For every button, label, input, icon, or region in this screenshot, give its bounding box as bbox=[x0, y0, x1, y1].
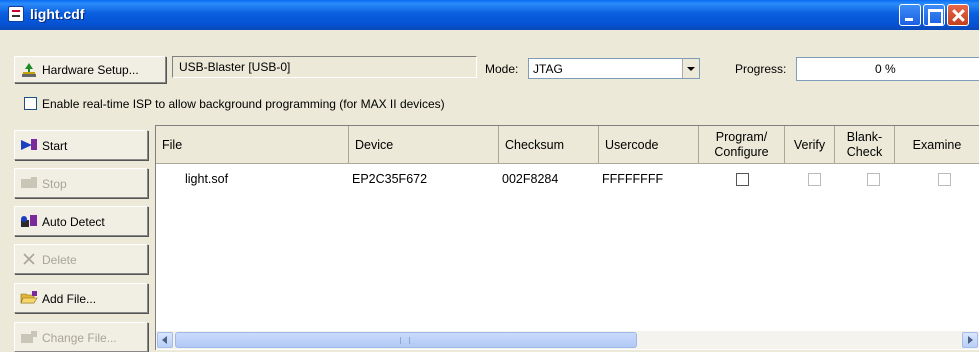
blank-check-checkbox[interactable] bbox=[867, 173, 880, 186]
minimize-button[interactable] bbox=[899, 4, 921, 26]
auto-detect-label: Auto Detect bbox=[42, 215, 105, 229]
mode-label: Mode: bbox=[485, 62, 519, 76]
column-file[interactable]: File bbox=[156, 126, 349, 164]
column-program-configure[interactable]: Program/Configure bbox=[699, 126, 785, 164]
mode-select[interactable]: JTAG bbox=[528, 58, 700, 79]
hardware-icon bbox=[22, 63, 36, 77]
change-file-icon bbox=[21, 331, 37, 343]
scroll-right-icon[interactable] bbox=[962, 332, 978, 348]
examine-checkbox[interactable] bbox=[938, 173, 951, 186]
isp-label: Enable real-time ISP to allow background… bbox=[42, 97, 445, 111]
hardware-field: USB-Blaster [USB-0] bbox=[172, 56, 477, 78]
stop-icon bbox=[21, 177, 37, 188]
cell-usercode: FFFFFFFF bbox=[602, 172, 664, 186]
start-label: Start bbox=[42, 139, 68, 153]
device-table: File Device Checksum Usercode Program/Co… bbox=[155, 125, 979, 350]
close-button[interactable] bbox=[947, 4, 969, 26]
delete-button[interactable]: Delete bbox=[14, 244, 148, 274]
column-checksum[interactable]: Checksum bbox=[499, 126, 599, 164]
hardware-setup-button[interactable]: Hardware Setup... bbox=[14, 56, 166, 83]
table-header: File Device Checksum Usercode Program/Co… bbox=[156, 126, 979, 164]
mode-value: JTAG bbox=[533, 62, 563, 76]
cell-device: EP2C35F672 bbox=[352, 172, 428, 186]
change-file-label: Change File... bbox=[42, 331, 117, 345]
auto-detect-button[interactable]: Auto Detect bbox=[14, 206, 148, 236]
column-examine[interactable]: Examine bbox=[895, 126, 979, 164]
column-verify[interactable]: Verify bbox=[785, 126, 835, 164]
start-icon bbox=[21, 139, 37, 150]
auto-detect-icon bbox=[21, 215, 37, 227]
scroll-thumb[interactable] bbox=[175, 332, 637, 348]
program-configure-checkbox[interactable] bbox=[736, 173, 749, 186]
cell-checksum: 002F8284 bbox=[502, 172, 559, 186]
title-bar: light.cdf bbox=[0, 0, 979, 30]
progress-bar: 0 % bbox=[796, 57, 979, 81]
maximize-button[interactable] bbox=[923, 4, 945, 26]
delete-icon bbox=[23, 253, 35, 265]
verify-checkbox[interactable] bbox=[808, 173, 821, 186]
horizontal-scrollbar[interactable] bbox=[156, 331, 979, 349]
change-file-button[interactable]: Change File... bbox=[14, 322, 148, 352]
start-button[interactable]: Start bbox=[14, 130, 148, 160]
progress-label: Progress: bbox=[735, 62, 787, 76]
stop-button[interactable]: Stop bbox=[14, 168, 148, 198]
stop-label: Stop bbox=[42, 177, 67, 191]
column-device[interactable]: Device bbox=[349, 126, 499, 164]
cell-file: light.sof bbox=[185, 172, 229, 186]
progress-value: 0 % bbox=[875, 62, 896, 76]
folder-open-icon bbox=[20, 291, 38, 304]
add-file-label: Add File... bbox=[42, 292, 97, 306]
app-icon bbox=[8, 6, 24, 22]
window-title: light.cdf bbox=[30, 6, 85, 22]
scroll-left-icon[interactable] bbox=[157, 332, 173, 348]
delete-label: Delete bbox=[42, 253, 77, 267]
hardware-value: USB-Blaster [USB-0] bbox=[179, 60, 291, 74]
hardware-setup-label: Hardware Setup... bbox=[42, 63, 139, 77]
chevron-down-icon[interactable] bbox=[682, 59, 699, 78]
isp-checkbox[interactable] bbox=[24, 97, 37, 110]
add-file-button[interactable]: Add File... bbox=[14, 283, 148, 313]
column-blank-check[interactable]: Blank- Check bbox=[835, 126, 895, 164]
column-usercode[interactable]: Usercode bbox=[599, 126, 699, 164]
